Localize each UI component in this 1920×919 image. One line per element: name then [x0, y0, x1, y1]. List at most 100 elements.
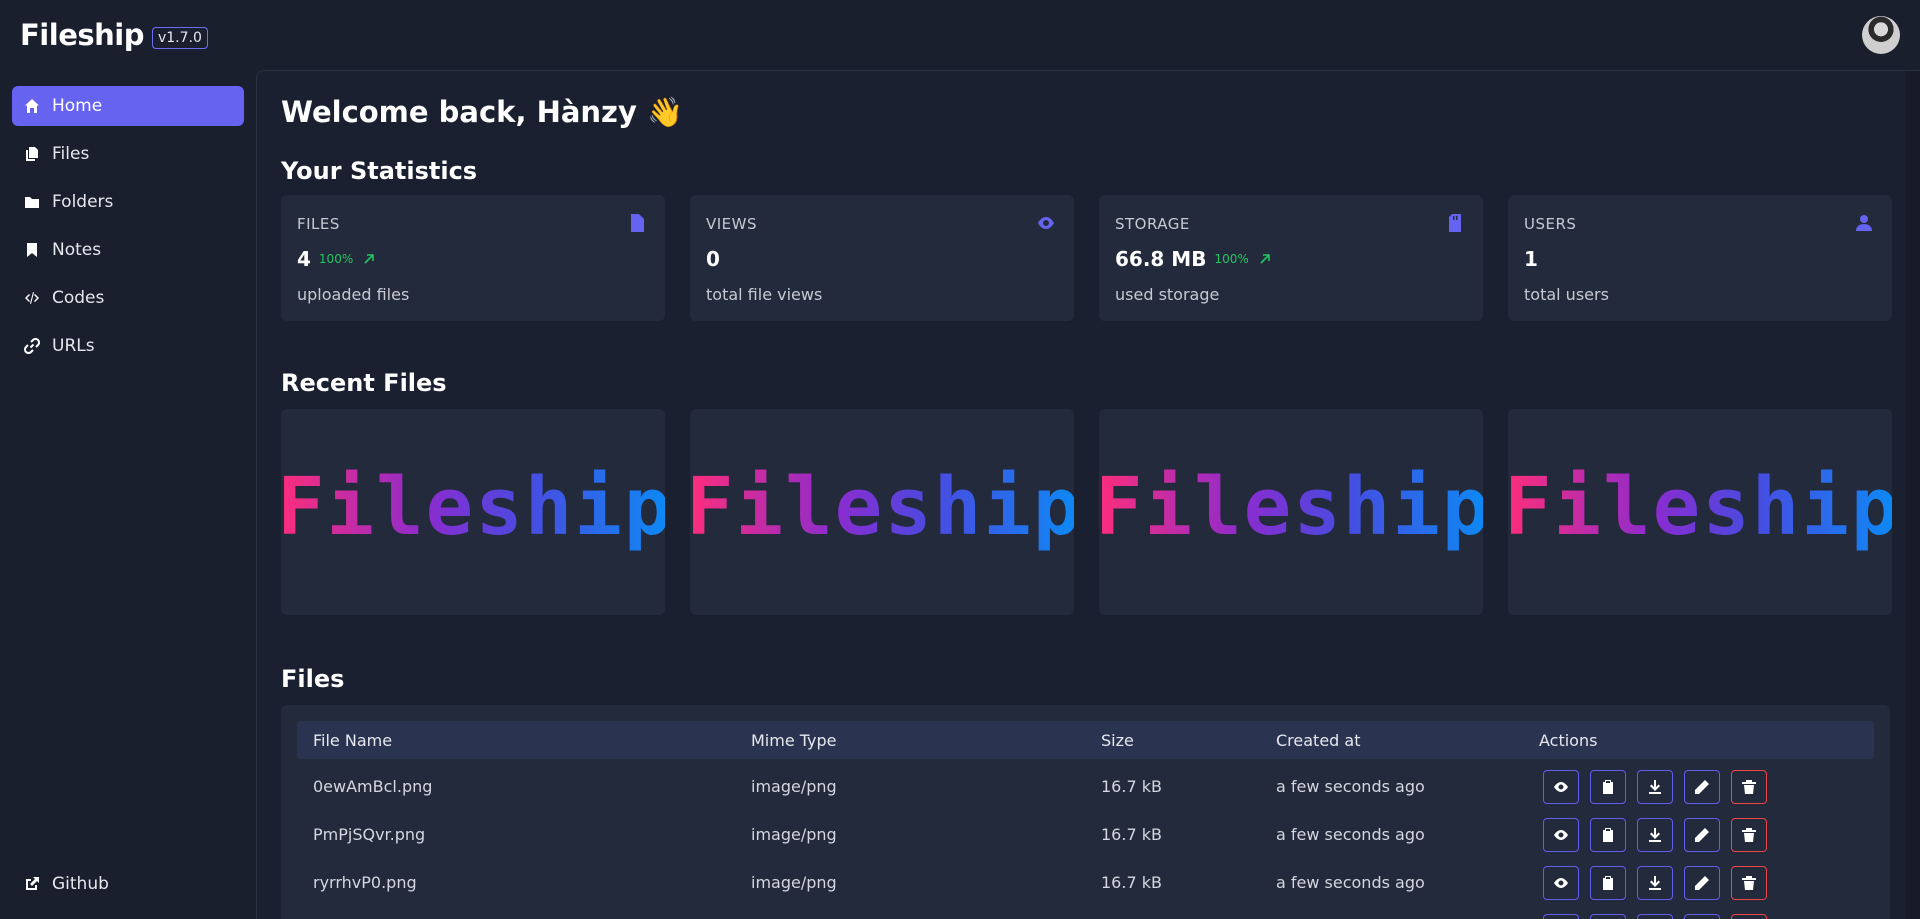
- pencil-icon: [1695, 876, 1709, 890]
- file-preview-text: Fileship: [281, 461, 665, 553]
- sidebar-item-urls[interactable]: URLs: [12, 326, 244, 366]
- sd-card-icon: [1445, 213, 1465, 233]
- view-button[interactable]: [1543, 914, 1579, 919]
- file-name: 0ewAmBcl.png: [313, 777, 433, 796]
- file-size: 16.7 kB: [1101, 825, 1162, 844]
- external-link-icon: [24, 876, 40, 892]
- eye-icon: [1554, 782, 1568, 792]
- trash-icon: [1742, 828, 1756, 842]
- stat-value: 4 100%: [297, 247, 375, 271]
- eye-icon: [1554, 878, 1568, 888]
- pencil-icon: [1695, 780, 1709, 794]
- trend-percent: 100%: [318, 252, 354, 266]
- stat-subtitle: uploaded files: [297, 285, 410, 304]
- stat-number: 1: [1524, 247, 1538, 271]
- stat-number: 0: [706, 247, 720, 271]
- table-row: [297, 907, 1874, 919]
- stat-subtitle: used storage: [1115, 285, 1220, 304]
- download-button[interactable]: [1637, 818, 1673, 852]
- column-header: Size: [1101, 731, 1134, 750]
- page-title: Welcome back, Hànzy 👋: [281, 95, 684, 129]
- file-name: PmPjSQvr.png: [313, 825, 426, 844]
- trend-up-icon: [1260, 254, 1270, 264]
- copy-link-button[interactable]: [1590, 818, 1626, 852]
- edit-button[interactable]: [1684, 770, 1720, 804]
- table-header: File Name Mime Type Size Created at Acti…: [297, 721, 1874, 759]
- delete-button[interactable]: [1731, 770, 1767, 804]
- copy-link-button[interactable]: [1590, 866, 1626, 900]
- sidebar-item-codes[interactable]: Codes: [12, 278, 244, 318]
- stat-card-users: USERS 1 total users: [1508, 195, 1892, 321]
- sidebar-item-notes[interactable]: Notes: [12, 230, 244, 270]
- table-row: 0ewAmBcl.png image/png 16.7 kB a few sec…: [297, 763, 1874, 811]
- stat-value: 0: [706, 247, 720, 271]
- edit-button[interactable]: [1684, 866, 1720, 900]
- eye-icon: [1554, 830, 1568, 840]
- table-row: PmPjSQvr.png image/png 16.7 kB a few sec…: [297, 811, 1874, 859]
- files-title: Files: [281, 665, 345, 693]
- home-icon: [24, 98, 40, 114]
- file-size: 16.7 kB: [1101, 873, 1162, 892]
- trash-icon: [1742, 876, 1756, 890]
- stat-value: 66.8 MB 100%: [1115, 247, 1271, 271]
- edit-button[interactable]: [1684, 914, 1720, 919]
- avatar[interactable]: [1862, 16, 1900, 54]
- download-icon: [1649, 876, 1661, 890]
- sidebar-item-folders[interactable]: Folders: [12, 182, 244, 222]
- column-header: File Name: [313, 731, 393, 750]
- download-button[interactable]: [1637, 866, 1673, 900]
- stat-card-files: FILES 4 100% uploaded files: [281, 195, 665, 321]
- sidebar-item-label: Notes: [52, 240, 102, 260]
- stat-trend: 100%: [319, 252, 375, 266]
- delete-button[interactable]: [1731, 818, 1767, 852]
- stat-value: 1: [1524, 247, 1538, 271]
- download-button[interactable]: [1637, 770, 1673, 804]
- files-table: File Name Mime Type Size Created at Acti…: [281, 705, 1890, 919]
- sidebar-item-label: Home: [52, 96, 103, 116]
- sidebar-item-label: Github: [52, 874, 109, 894]
- sidebar: Home Files Folders Notes Codes URLs Gith…: [0, 70, 256, 919]
- clipboard-icon: [1603, 828, 1613, 842]
- sidebar-item-label: Folders: [52, 192, 114, 212]
- code-icon: [24, 290, 40, 306]
- clipboard-icon: [1603, 780, 1613, 794]
- view-button[interactable]: [1543, 770, 1579, 804]
- scrollbar[interactable]: [1906, 71, 1920, 919]
- edit-button[interactable]: [1684, 818, 1720, 852]
- app-brand[interactable]: Fileship v1.7.0: [20, 18, 208, 52]
- download-icon: [1649, 828, 1661, 842]
- sidebar-item-label: Codes: [52, 288, 105, 308]
- delete-button[interactable]: [1731, 914, 1767, 919]
- sidebar-item-home[interactable]: Home: [12, 86, 244, 126]
- download-button[interactable]: [1637, 914, 1673, 919]
- delete-button[interactable]: [1731, 866, 1767, 900]
- recent-file-card[interactable]: Fileship: [281, 409, 665, 615]
- recent-file-card[interactable]: Fileship: [1099, 409, 1483, 615]
- copy-link-button[interactable]: [1590, 914, 1626, 919]
- stat-card-views: VIEWS 0 total file views: [690, 195, 1074, 321]
- recent-file-card[interactable]: Fileship: [1508, 409, 1892, 615]
- link-icon: [24, 338, 40, 354]
- column-header: Actions: [1539, 731, 1598, 750]
- column-header: Mime Type: [751, 731, 837, 750]
- stat-label: STORAGE: [1115, 215, 1190, 233]
- user-icon: [1854, 213, 1874, 233]
- sidebar-item-files[interactable]: Files: [12, 134, 244, 174]
- files-icon: [24, 146, 40, 162]
- stat-number: 66.8 MB: [1115, 247, 1207, 271]
- view-button[interactable]: [1543, 818, 1579, 852]
- folder-icon: [24, 194, 40, 210]
- row-actions: [1543, 818, 1767, 852]
- trash-icon: [1742, 780, 1756, 794]
- copy-link-button[interactable]: [1590, 770, 1626, 804]
- stat-label: FILES: [297, 215, 340, 233]
- sidebar-item-github[interactable]: Github: [12, 864, 244, 904]
- row-actions: [1543, 914, 1767, 919]
- mime-type: image/png: [751, 777, 837, 796]
- mime-type: image/png: [751, 873, 837, 892]
- clipboard-icon: [1603, 876, 1613, 890]
- file-preview-text: Fileship: [1099, 461, 1483, 553]
- stat-trend: 100%: [1214, 252, 1270, 266]
- view-button[interactable]: [1543, 866, 1579, 900]
- recent-file-card[interactable]: Fileship: [690, 409, 1074, 615]
